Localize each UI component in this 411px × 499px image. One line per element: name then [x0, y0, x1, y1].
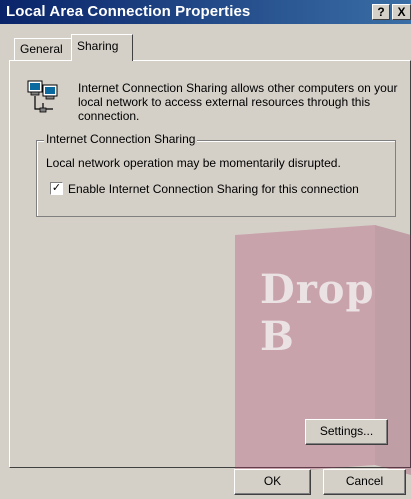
tab-strip: General Sharing [0, 30, 411, 61]
tab-general[interactable]: General [14, 38, 72, 60]
ics-group-title: Internet Connection Sharing [44, 132, 198, 146]
sharing-description: Internet Connection Sharing allows other… [78, 81, 398, 123]
network-sharing-icon [27, 80, 58, 113]
enable-ics-checkbox[interactable]: ✓ [50, 182, 63, 195]
window-title: Local Area Connection Properties [6, 3, 251, 20]
enable-ics-label[interactable]: Enable Internet Connection Sharing for t… [68, 182, 359, 196]
settings-button[interactable]: Settings... [305, 419, 388, 445]
close-button[interactable]: X [392, 4, 411, 20]
cancel-button[interactable]: Cancel [323, 469, 406, 495]
disruption-note: Local network operation may be momentari… [46, 156, 341, 170]
tab-sharing[interactable]: Sharing [71, 34, 133, 61]
title-bar[interactable]: Local Area Connection Properties ? X [0, 0, 411, 24]
ok-button[interactable]: OK [234, 469, 311, 495]
help-button[interactable]: ? [372, 4, 390, 20]
properties-dialog: Local Area Connection Properties ? X Gen… [0, 0, 411, 499]
watermark-text: Drop B [260, 266, 375, 360]
ics-groupbox [36, 140, 396, 217]
